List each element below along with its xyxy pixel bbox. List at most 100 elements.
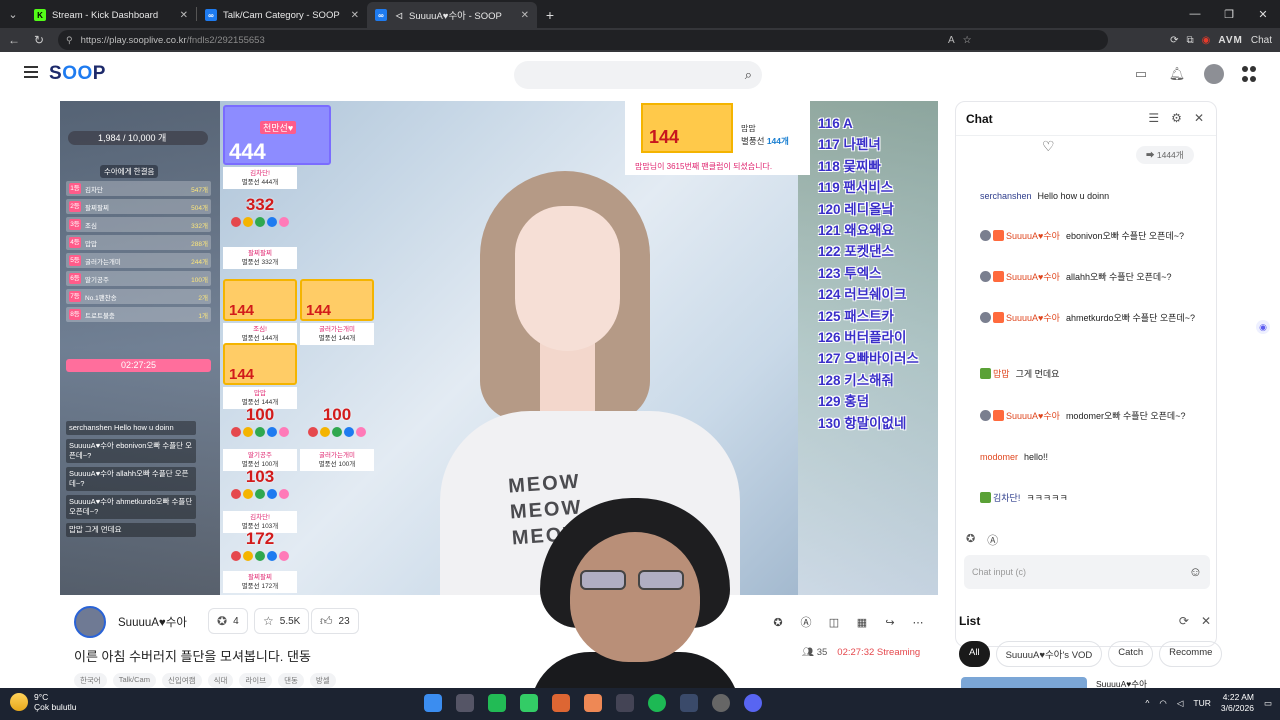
app-icon[interactable] [712,694,730,712]
rank-title: 수아에게 한결음 [100,165,159,178]
chat-username[interactable]: serchanshen [980,191,1032,201]
minimize-icon[interactable]: — [1178,0,1212,28]
profile-avatar[interactable] [1204,64,1224,84]
read-aloud-icon[interactable]: A [948,35,955,46]
filter-chip[interactable]: Catch [1108,641,1154,667]
wifi-icon[interactable]: ◠ [1159,698,1166,709]
refresh-icon[interactable]: ⟳ [1179,614,1189,628]
chat-username[interactable]: SuuuuA♥수아 [1006,313,1060,323]
whatsapp-icon[interactable] [520,694,538,712]
apps-grid-icon[interactable] [1242,65,1256,83]
share-icon[interactable]: ↪ [882,614,898,630]
menu-icon[interactable] [24,66,38,80]
notification-icon[interactable]: ▭ [1264,698,1272,709]
avm-label[interactable]: AVM [1218,35,1242,46]
search-app-icon[interactable] [456,694,474,712]
tab-kick-dashboard[interactable]: K Stream - Kick Dashboard ✕ [26,2,196,28]
language-indicator[interactable]: TUR [1193,698,1210,708]
chat-username[interactable]: SuuuuA♥수아 [1006,231,1060,241]
side-floating-icon[interactable]: ◉ [1256,320,1270,334]
back-arrow-icon[interactable]: ← [3,29,25,51]
spotify-icon[interactable] [648,694,666,712]
star-balloon-icon[interactable]: ✪ [966,532,975,548]
chat-username[interactable]: 김차단! [993,493,1020,503]
stream-tag[interactable]: Talk/Cam [112,673,156,688]
chat-username[interactable]: modomer [980,452,1018,462]
search-icon[interactable]: ⌕ [745,67,752,83]
calendar-icon[interactable]: ▦ [854,614,870,630]
notification-bell-icon[interactable]: 🔔︎ [1168,65,1186,83]
browser-app-icon[interactable] [584,694,602,712]
tab-talkcam-category[interactable]: ∞ Talk/Cam Category - SOOP ✕ [197,2,367,28]
sticker-icon[interactable]: ◫ [826,614,842,630]
close-icon[interactable]: ✕ [351,10,359,21]
video-player[interactable]: MEOW MEOW MEOW 1,984 / 10,000 개 수아에게 한결음… [60,101,938,595]
stream-tag[interactable]: 신입여캠 [161,673,202,688]
chat-username[interactable]: SuuuuA♥수아 [1006,411,1060,421]
gift-star-icon[interactable]: ✪ [770,614,786,630]
tab-search-icon[interactable]: ⌄ [0,0,26,28]
filter-chip[interactable]: All [959,641,990,667]
broadcast-icon[interactable]: ▭ [1132,65,1150,83]
app-icon[interactable] [616,694,634,712]
app-icon[interactable] [488,694,506,712]
user-list-icon[interactable]: ☰ [1148,111,1159,125]
favorite-star-icon[interactable]: ☆ [963,35,972,46]
soop-logo[interactable]: SOOP [49,63,106,85]
site-info-icon[interactable]: ⚲ [66,35,73,46]
stream-tag[interactable]: 식대 [207,673,234,688]
ad-icon[interactable]: Ⓐ [987,532,998,548]
tray-chevron-icon[interactable]: ^ [1145,698,1149,708]
overlay-chat-line: 맙맙 그게 먼데요 [66,523,196,537]
weather-widget[interactable]: 9°C Çok bulutlu [10,692,77,712]
refresh-icon[interactable]: ⟳ [1170,35,1178,46]
stream-tag[interactable]: 한국어 [74,673,107,688]
chat-input[interactable]: Chat input (c) ☺ [964,555,1210,589]
chat-username[interactable]: 맙맙 [993,369,1010,379]
close-icon[interactable]: ✕ [1201,614,1211,628]
stream-tag[interactable]: 댄동 [278,673,304,688]
steam-icon[interactable] [680,694,698,712]
overlay-chat-line: serchanshen Hello how u doinn [66,421,196,435]
emoji-icon[interactable]: ☺ [1189,564,1202,579]
close-icon[interactable]: ✕ [1194,111,1204,125]
balloon-cluster [223,427,297,437]
filter-chip[interactable]: Recomme [1159,641,1223,667]
close-window-icon[interactable]: ✕ [1246,0,1280,28]
streamer-avatar[interactable] [74,606,106,638]
clock[interactable]: 4:22 AM 3/6/2026 [1221,692,1254,714]
volume-icon[interactable]: ◁ [1177,698,1184,709]
maximize-icon[interactable]: ❐ [1212,0,1246,28]
balloon-dot [255,551,265,561]
streamer-name[interactable]: SuuuuA♥수아 [118,614,187,630]
reload-icon[interactable]: ↻ [28,29,50,51]
weather-desc: Çok bulutlu [34,702,77,712]
start-icon[interactable] [424,694,442,712]
close-icon[interactable]: ✕ [521,10,529,21]
new-tab-button[interactable]: + [537,2,563,28]
gift-sender: 팔찌팔찌 [248,250,272,257]
recommend-button[interactable]: ✪ 4 [208,608,248,634]
chat-username[interactable]: SuuuuA♥수아 [1006,272,1060,282]
tab-suuuua-stream[interactable]: ∞ ◁ SuuuuA♥수아 - SOOP ✕ [367,2,537,28]
favorite-button[interactable]: ☆ 5.5K [254,608,310,634]
stream-tag[interactable]: 방셀 [309,673,336,688]
filter-chip[interactable]: SuuuuA♥수아's VOD [995,641,1103,667]
settings-gear-icon[interactable]: ⚙ [1171,111,1182,125]
more-icon[interactable]: ⋯ [910,614,926,630]
copilot-chat-button[interactable]: Chat [1251,35,1272,46]
close-icon[interactable]: ✕ [180,10,188,21]
vod-thumbnail[interactable] [961,677,1087,688]
ad-balloon-icon[interactable]: Ⓐ [798,614,814,630]
app-icon[interactable] [552,694,570,712]
search-input[interactable]: ⌕ [514,61,762,89]
rank-value: 288개 [191,240,208,248]
logo-part: OO [62,63,93,84]
avm-icon[interactable]: ◉ [1202,35,1211,46]
discord-icon[interactable] [744,694,762,712]
vod-channel-name[interactable]: SuuuuA♥수아 [1096,678,1147,688]
stream-tag[interactable]: 라이브 [239,673,273,688]
like-button[interactable]: 👍︎ 23 [311,608,359,634]
extensions-icon[interactable]: ⧉ [1187,35,1194,46]
speaker-icon[interactable]: ◁ [393,9,405,21]
